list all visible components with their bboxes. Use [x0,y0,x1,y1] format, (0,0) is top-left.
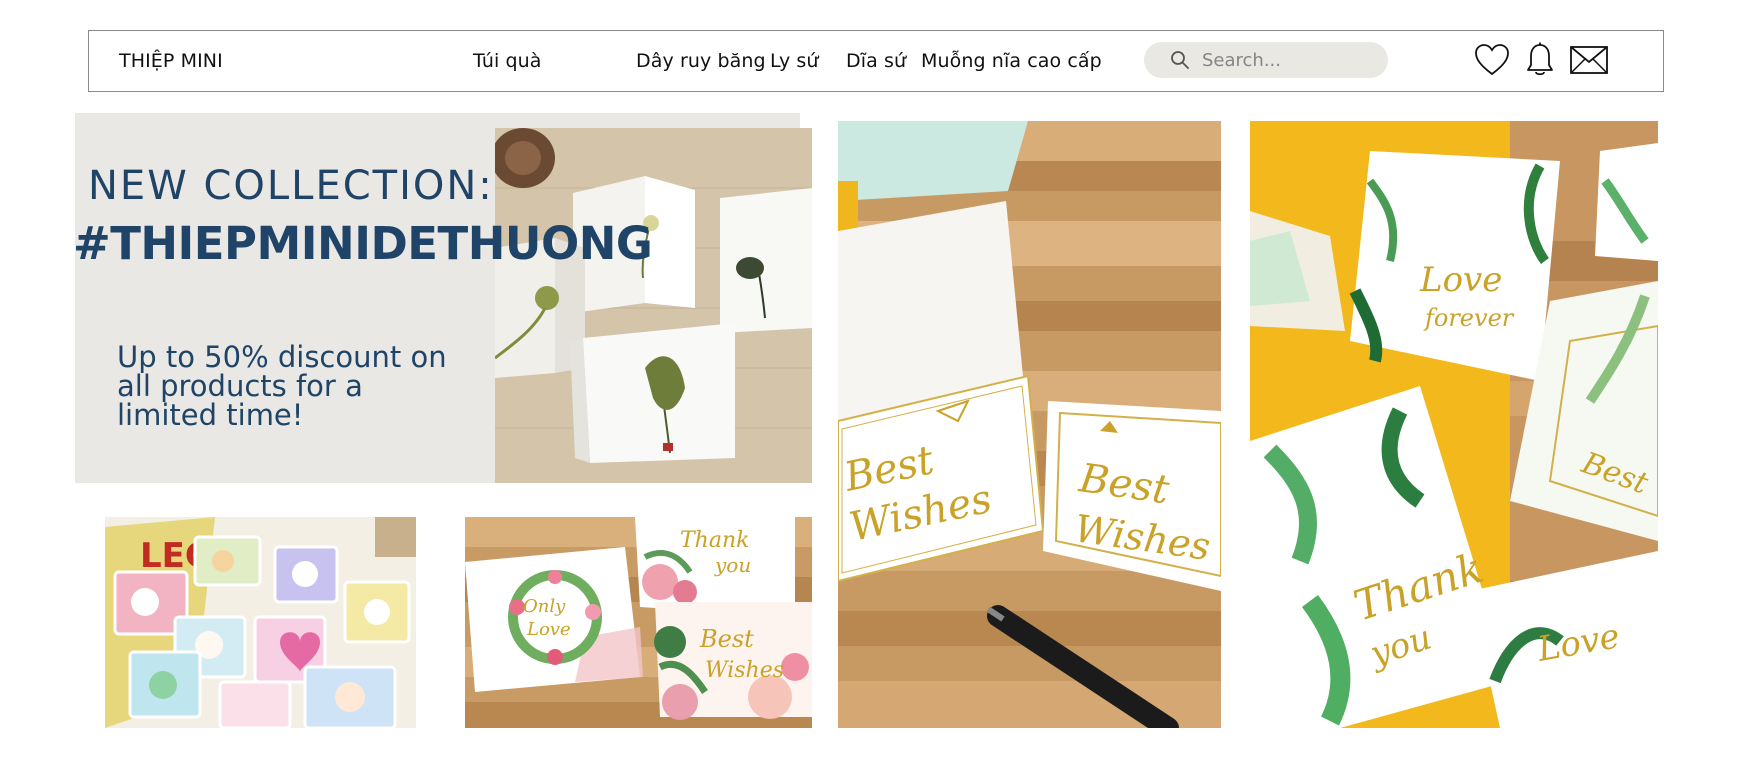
top-navbar: THIỆP MINI Túi quà Dây ruy băng Ly sứ Dĩ… [88,30,1664,92]
search-bar[interactable] [1144,42,1388,78]
nav-link-tui-qua[interactable]: Túi quà [473,50,542,72]
brand-logo[interactable]: THIỆP MINI [119,50,223,72]
hero-title-hashtag: #THIEPMINIDETHUONG [73,217,653,270]
search-input[interactable] [1202,42,1372,78]
product-photo-floral-cards[interactable]: Only Love Thank you Best Wishes [465,517,812,728]
product-photo-cute-cards[interactable]: LEC [105,517,416,728]
card-text-only: Only [523,596,566,617]
card-text-love-3: Love [526,619,571,640]
card-text-wishes-4: Wishes [705,658,784,683]
heart-icon[interactable] [1474,43,1510,77]
card-text-thank-2: Thank [680,528,749,553]
card-text-you-2: you [714,553,751,577]
card-text-forever: forever [1423,304,1515,332]
bell-icon[interactable] [1526,42,1554,78]
nav-link-day-ruy-bang[interactable]: Dây ruy băng [636,50,766,72]
product-photo-tropical-cards[interactable]: Love forever Thank you Best Love [1250,121,1658,728]
mail-icon[interactable] [1570,46,1608,74]
hero-photo-mini-cards [495,128,812,483]
card-text-love: Love [1419,260,1502,300]
hero-discount-text: Up to 50% discount on all products for a… [117,340,447,432]
nav-link-dia-su[interactable]: Dĩa sứ [846,50,906,72]
card-text-best-4: Best [699,625,754,653]
nav-link-ly-su[interactable]: Ly sứ [770,50,819,72]
hero-title-line1: NEW COLLECTION: [88,163,494,209]
product-photo-best-wishes[interactable]: Best Wishes Best Wishes [838,121,1221,728]
nav-link-muong-nia[interactable]: Muỗng nĩa cao cấp [921,50,1102,72]
search-icon[interactable] [1170,50,1190,70]
